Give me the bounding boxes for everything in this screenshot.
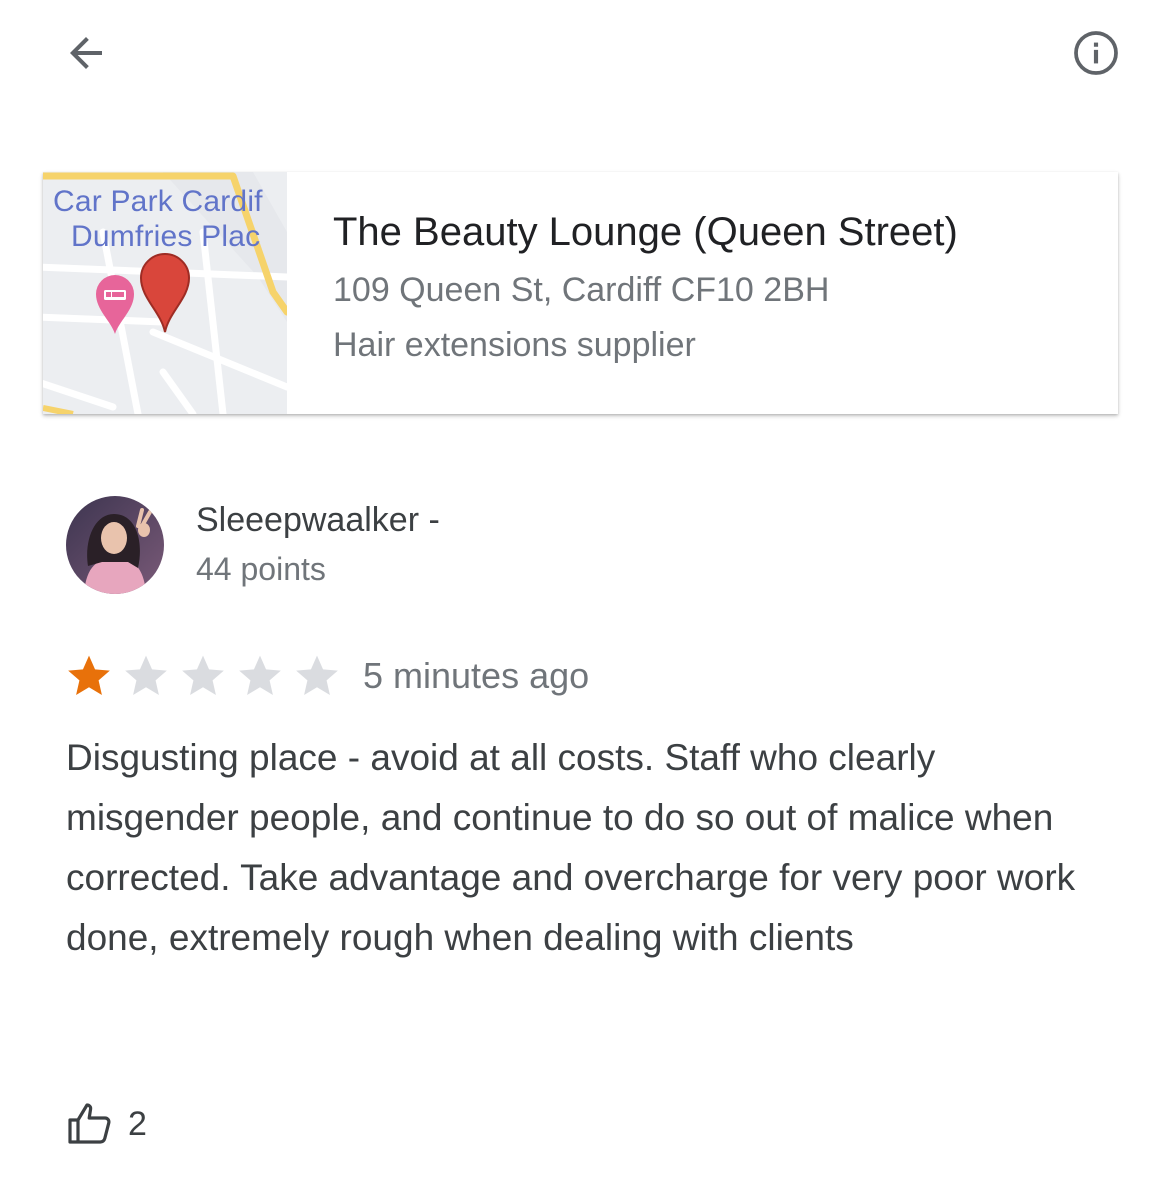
map-thumbnail[interactable]: Car Park Cardif Dumfries Plac (43, 172, 287, 414)
review-time: 5 minutes ago (363, 655, 590, 696)
location-pin-icon (139, 253, 191, 333)
reviewer-name[interactable]: Sleeepwaalker - (196, 501, 440, 540)
star-empty-icon (296, 655, 338, 695)
arrow-back-icon (70, 37, 102, 69)
like-button[interactable] (66, 1100, 114, 1148)
reviewer-header: Sleeepwaalker - 44 points (66, 496, 766, 596)
like-count: 2 (128, 1104, 147, 1143)
reviewer-points: 44 points (196, 551, 326, 587)
top-app-bar (0, 0, 1161, 110)
avatar-image (66, 496, 164, 594)
map-label-car-park: Car Park Cardif (53, 185, 263, 218)
place-category: Hair extensions supplier (333, 326, 696, 364)
info-button[interactable] (1068, 25, 1124, 81)
place-name[interactable]: The Beauty Lounge (Queen Street) (333, 210, 958, 255)
hotel-pin-icon (96, 275, 134, 334)
place-info: The Beauty Lounge (Queen Street) 109 Que… (333, 210, 958, 365)
rating-row: 5 minutes ago (64, 648, 589, 704)
star-filled-icon (68, 655, 110, 695)
place-card[interactable]: Car Park Cardif Dumfries Plac The Beauty… (43, 172, 1118, 414)
info-outline-icon (1074, 31, 1118, 75)
star-empty-icon (239, 655, 281, 695)
avatar[interactable] (66, 496, 164, 594)
like-row: 2 (66, 1096, 147, 1152)
thumb-up-icon (68, 1103, 111, 1144)
star-empty-icon (182, 655, 224, 695)
place-address: 109 Queen St, Cardiff CF10 2BH (333, 271, 830, 309)
star-empty-icon (125, 655, 167, 695)
star-rating (64, 651, 349, 701)
back-button[interactable] (58, 25, 114, 81)
map-label-dumfries: Dumfries Plac (71, 220, 261, 253)
review-text: Disgusting place - avoid at all costs. S… (66, 737, 1076, 958)
